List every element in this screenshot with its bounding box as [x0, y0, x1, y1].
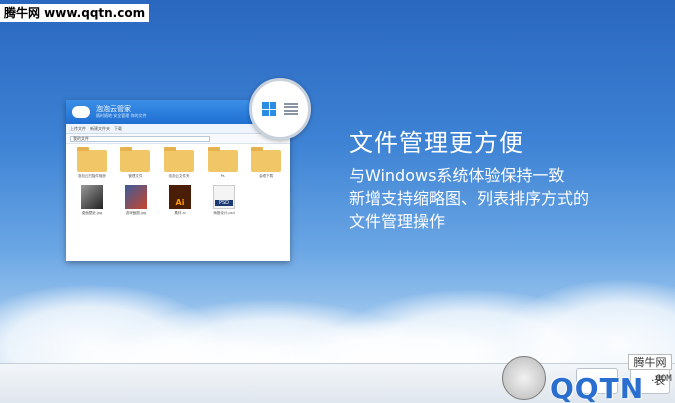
file-caption: 海报设计.psd	[213, 211, 235, 215]
list-item: 游戏截图.jpg	[118, 185, 154, 216]
folder-icon	[207, 147, 238, 172]
preview-file-grid: 泡泡云扫描件相册 管理文件 泡泡云文件夹 Ps 会晤下载 桌面壁纸.jpg 游戏…	[74, 147, 284, 222]
psd-file-icon	[213, 185, 235, 209]
watermark-suffix: .COM	[650, 374, 672, 384]
windows-grid-icon[interactable]	[262, 102, 276, 116]
file-caption: 游戏截图.jpg	[125, 211, 147, 215]
preview-brand: 泡泡云管家	[96, 105, 131, 113]
qqtn-watermark-badge: 腾牛网 QQTN .COM	[500, 352, 675, 403]
file-caption: 桌面壁纸.jpg	[81, 211, 103, 215]
folder-icon	[120, 147, 151, 172]
feature-description: 与Windows系统体验保持一致 新增支持缩略图、列表排序方式的 文件管理操作	[349, 164, 589, 233]
file-caption: 会晤下载	[259, 174, 274, 178]
list-item: 桌面壁纸.jpg	[74, 185, 110, 216]
list-view-icon[interactable]	[284, 103, 298, 115]
folder-icon	[76, 147, 107, 172]
tower-logo-icon	[502, 356, 546, 400]
file-caption: 泡泡云扫描件相册	[77, 174, 106, 178]
feature-line-3: 文件管理操作	[349, 212, 446, 231]
feature-line-1: 与Windows系统体验保持一致	[349, 166, 565, 185]
view-mode-switch[interactable]	[249, 78, 311, 140]
file-caption: Ps	[220, 174, 225, 178]
list-item: 会晤下载	[248, 147, 284, 179]
file-caption: 管理文件	[128, 174, 143, 178]
feature-headline: 文件管理更方便	[349, 129, 524, 157]
preview-toolbar-upload: 上传文件	[70, 125, 86, 131]
cloud-logo-icon	[72, 106, 90, 118]
list-item: 管理文件	[118, 147, 154, 179]
list-item: 海报设计.psd	[206, 185, 242, 216]
preview-address-field: 我的文件	[70, 135, 210, 142]
watermark-name: 腾牛网	[628, 354, 672, 370]
site-watermark: 腾牛网 www.qqtn.com	[0, 4, 150, 22]
list-item: 泡泡云文件夹	[161, 147, 197, 179]
file-caption: 泡泡云文件夹	[168, 174, 190, 178]
preview-toolbar-newfolder: 新建文件夹	[90, 125, 110, 131]
folder-icon	[251, 147, 282, 172]
preview-toolbar-download: 下载	[114, 125, 122, 131]
watermark-logo-text: QQTN	[550, 372, 645, 403]
file-caption: 素材.ai	[174, 211, 186, 215]
list-item: Ai 素材.ai	[162, 185, 198, 216]
list-item: 泡泡云扫描件相册	[74, 147, 110, 179]
list-item: Ps	[205, 147, 241, 179]
ai-file-icon: Ai	[169, 185, 191, 209]
preview-subtitle: 随时随地 安全管理 你的文件	[96, 113, 147, 118]
folder-icon	[163, 147, 194, 172]
image-thumbnail	[81, 185, 103, 209]
preview-address-bar: 我的文件	[66, 134, 290, 144]
image-thumbnail	[125, 185, 147, 209]
feature-line-2: 新增支持缩略图、列表排序方式的	[349, 189, 590, 208]
